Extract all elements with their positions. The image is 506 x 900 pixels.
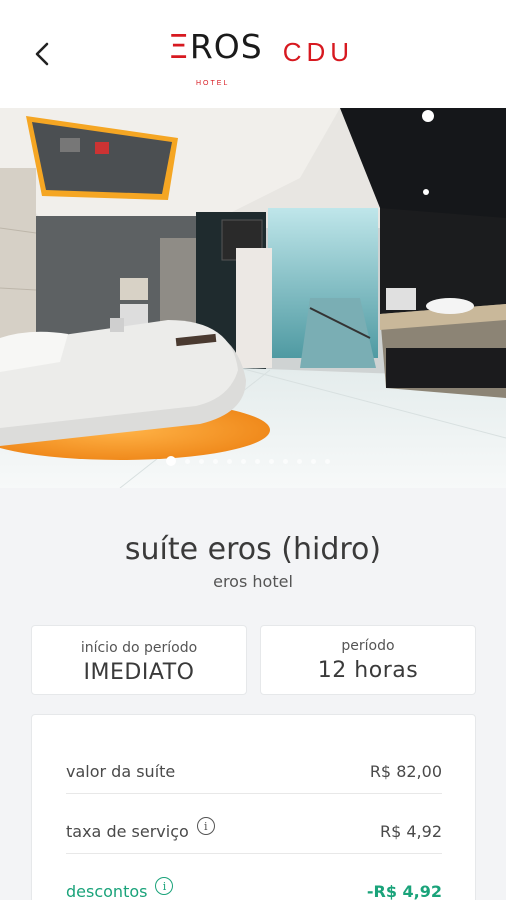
carousel-dot[interactable] <box>325 458 330 464</box>
carousel-dot[interactable] <box>297 458 302 464</box>
carousel-dot[interactable] <box>311 458 316 464</box>
discounts-value: -R$ 4,92 <box>366 881 442 900</box>
pricing-card: valor da suíte R$ 82,00 taxa de serviço … <box>31 714 476 900</box>
chevron-left-icon <box>35 42 49 66</box>
price-row-service-fee: taxa de serviço i R$ 4,92 <box>66 801 442 861</box>
logo-wordmark: ΞROS HOTEL <box>168 30 263 88</box>
info-icon[interactable]: i <box>196 817 215 835</box>
carousel-dot[interactable] <box>185 458 190 464</box>
divider <box>66 853 442 854</box>
suite-photo-carousel[interactable] <box>0 108 506 488</box>
period-duration-label: período <box>341 638 395 654</box>
service-fee-label: taxa de serviço <box>66 821 189 841</box>
logo-hotel-text: HOTEL <box>196 80 230 87</box>
period-start-label: início do período <box>80 640 198 656</box>
info-icon[interactable]: i <box>155 877 174 895</box>
carousel-dot[interactable] <box>199 458 204 464</box>
hotel-logo: ΞROS HOTEL CDU <box>168 30 355 88</box>
period-duration-value: 12 horas <box>317 658 419 683</box>
logo-city: CDU <box>282 37 355 67</box>
app-header: ΞROS HOTEL CDU <box>0 0 506 108</box>
price-row-discounts: descontos i -R$ 4,92 <box>66 861 442 900</box>
discounts-label-group: descontos i <box>66 877 174 900</box>
carousel-dot[interactable] <box>227 458 232 464</box>
back-button[interactable] <box>24 36 60 72</box>
service-fee-value: R$ 4,92 <box>379 821 442 841</box>
divider <box>66 793 442 794</box>
period-start-card[interactable]: início do período IMEDIATO <box>31 625 247 695</box>
carousel-dot[interactable] <box>269 458 274 464</box>
period-duration-card[interactable]: período 12 horas <box>260 625 476 695</box>
carousel-indicators <box>0 456 506 466</box>
suite-price-label: valor da suíte <box>66 761 176 781</box>
carousel-dot[interactable] <box>255 458 260 464</box>
carousel-dot[interactable] <box>241 458 246 464</box>
suite-name: suíte eros (hidro) <box>124 532 382 567</box>
price-row-suite: valor da suíte R$ 82,00 <box>66 741 442 801</box>
carousel-dot[interactable] <box>283 458 288 464</box>
suite-photo <box>0 108 506 488</box>
discounts-label: descontos <box>66 881 148 900</box>
service-fee-label-group: taxa de serviço i <box>66 817 215 841</box>
suite-price-value: R$ 82,00 <box>369 761 442 781</box>
period-start-value: IMEDIATO <box>83 660 195 685</box>
hotel-name: eros hotel <box>213 572 293 591</box>
carousel-dot[interactable] <box>213 458 218 464</box>
carousel-dot[interactable] <box>166 456 176 466</box>
